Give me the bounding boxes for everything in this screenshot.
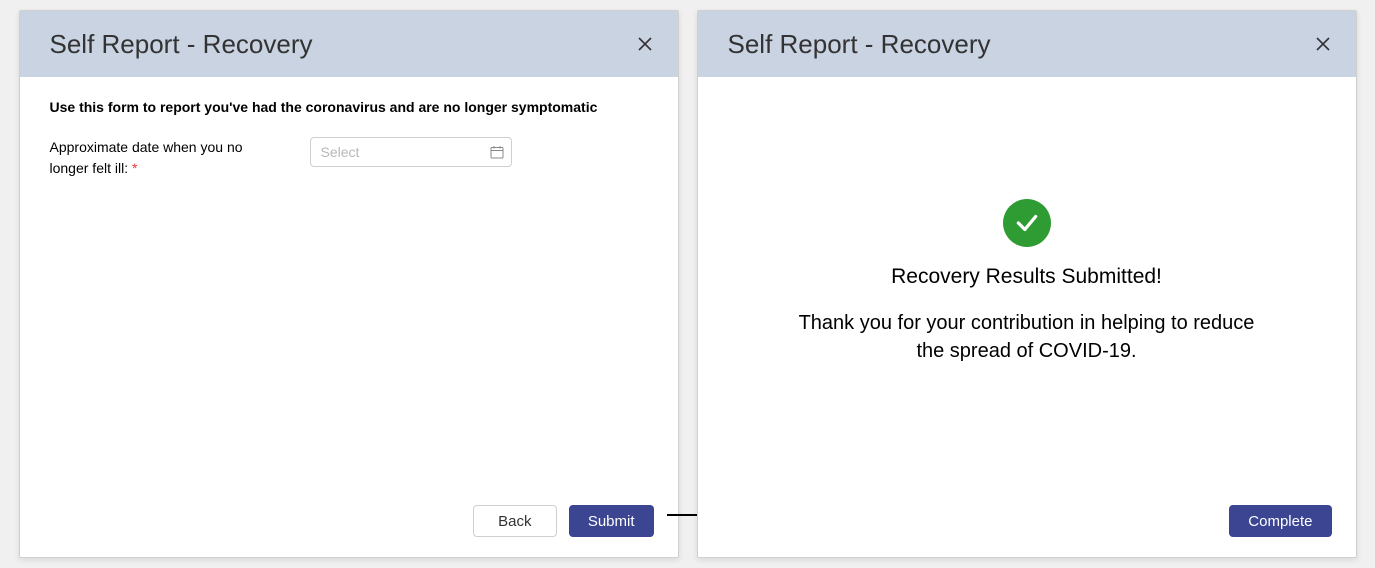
date-field-label: Approximate date when you no longer felt… (50, 137, 250, 179)
submit-button[interactable]: Submit (569, 505, 654, 537)
date-label-text: Approximate date when you no longer felt… (50, 139, 243, 176)
required-asterisk: * (132, 160, 137, 176)
close-icon (637, 36, 653, 52)
modal-body: Use this form to report you've had the c… (20, 77, 678, 487)
modal-title: Self Report - Recovery (50, 29, 313, 60)
date-form-row: Approximate date when you no longer felt… (50, 137, 648, 179)
recovery-date-input[interactable] (310, 137, 512, 167)
form-instruction: Use this form to report you've had the c… (50, 99, 648, 115)
success-body: Recovery Results Submitted! Thank you fo… (698, 77, 1356, 487)
success-title: Recovery Results Submitted! (891, 265, 1162, 289)
complete-button[interactable]: Complete (1229, 505, 1331, 537)
modal-footer: Back Submit (20, 487, 678, 557)
modal-title: Self Report - Recovery (728, 29, 991, 60)
modal-header: Self Report - Recovery (698, 11, 1356, 77)
success-check-circle (1003, 199, 1051, 247)
recovery-success-modal: Self Report - Recovery Recovery Results … (697, 10, 1357, 558)
success-message: Thank you for your contribution in helpi… (797, 309, 1257, 365)
close-button[interactable] (634, 33, 656, 55)
close-icon (1315, 36, 1331, 52)
recovery-form-modal: Self Report - Recovery Use this form to … (19, 10, 679, 558)
modal-header: Self Report - Recovery (20, 11, 678, 77)
back-button[interactable]: Back (473, 505, 557, 537)
modal-footer: Complete (698, 487, 1356, 557)
checkmark-icon (1014, 210, 1040, 236)
close-button[interactable] (1312, 33, 1334, 55)
date-input-wrapper (310, 137, 512, 167)
